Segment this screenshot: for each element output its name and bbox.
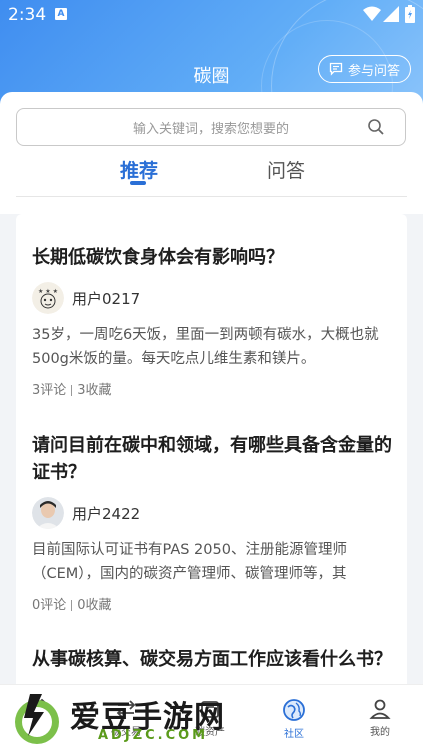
message-icon bbox=[329, 62, 343, 76]
search-icon[interactable] bbox=[367, 118, 385, 136]
tab-bar: 推荐 问答 bbox=[0, 156, 423, 190]
post-item[interactable]: 从事碳核算、碳交易方面工作应该看什么书？ bbox=[32, 646, 392, 673]
comment-count: 3评论 bbox=[32, 383, 67, 398]
favorite-count: 0收藏 bbox=[77, 598, 112, 613]
notification-a-icon: A bbox=[55, 8, 67, 20]
post-body: 目前国际认可证书有PAS 2050、注册能源管理师（CEM），国内的碳资产管理师… bbox=[32, 542, 347, 582]
post-user: 用户2422 bbox=[32, 496, 392, 530]
ask-button-label: 参与问答 bbox=[347, 63, 400, 79]
post-item[interactable]: 请问目前在碳中和领域，有哪些具备含金量的证书？ 用户2422 目前国际认可证书有… bbox=[32, 432, 392, 613]
watermark-sub: ADJZC.COM bbox=[98, 728, 209, 743]
content-panel: 输入关键词，搜索您想要的 推荐 问答 长期低碳饮食身体会有影响吗？ ★ ★ ★ bbox=[0, 92, 423, 692]
signal-icon bbox=[383, 6, 399, 22]
ask-question-button[interactable]: 参与问答 bbox=[317, 55, 411, 83]
post-meta: 0评论 0收藏 bbox=[32, 594, 392, 613]
avatar[interactable]: ★ ★ ★ bbox=[32, 282, 64, 314]
nav-mine[interactable]: 我的 bbox=[340, 697, 420, 738]
post-meta: 3评论 3收藏 bbox=[32, 379, 392, 398]
user-icon bbox=[369, 699, 391, 719]
avatar[interactable] bbox=[32, 497, 64, 529]
tab-divider bbox=[16, 196, 407, 197]
tab-indicator bbox=[130, 181, 146, 185]
nav-mine-label: 我的 bbox=[370, 727, 390, 738]
post-question[interactable]: 长期低碳饮食身体会有影响吗？ bbox=[32, 244, 392, 271]
favorite-count: 3收藏 bbox=[77, 383, 112, 398]
post-username: 用户2422 bbox=[72, 504, 141, 523]
status-time: 2:34 bbox=[8, 5, 47, 25]
search-placeholder: 输入关键词，搜索您想要的 bbox=[132, 121, 289, 137]
battery-icon bbox=[405, 5, 415, 23]
tab-qa[interactable]: 问答 bbox=[267, 156, 305, 183]
search-input[interactable]: 输入关键词，搜索您想要的 bbox=[16, 108, 406, 146]
post-item[interactable]: 长期低碳饮食身体会有影响吗？ ★ ★ ★ 用户0217 35岁，一周吃6天饭，里… bbox=[32, 244, 392, 398]
nav-community-label: 社区 bbox=[284, 729, 304, 740]
feed: 长期低碳饮食身体会有影响吗？ ★ ★ ★ 用户0217 35岁，一周吃6天饭，里… bbox=[0, 214, 423, 692]
post-card: 长期低碳饮食身体会有影响吗？ ★ ★ ★ 用户0217 35岁，一周吃6天饭，里… bbox=[16, 214, 407, 692]
page-title: 碳圈 bbox=[193, 66, 230, 87]
post-username: 用户0217 bbox=[72, 289, 141, 308]
comment-count: 0评论 bbox=[32, 598, 67, 613]
community-icon bbox=[283, 699, 305, 721]
tab-recommend[interactable]: 推荐 bbox=[120, 156, 158, 183]
watermark-logo-icon bbox=[15, 694, 59, 744]
post-question[interactable]: 从事碳核算、碳交易方面工作应该看什么书？ bbox=[32, 646, 392, 673]
wifi-icon bbox=[363, 6, 381, 21]
status-bar: 2:34 A bbox=[0, 0, 423, 30]
nav-community[interactable]: 社区 bbox=[254, 697, 334, 740]
post-user: ★ ★ ★ 用户0217 bbox=[32, 281, 392, 315]
post-question[interactable]: 请问目前在碳中和领域，有哪些具备含金量的证书？ bbox=[32, 432, 392, 486]
post-body: 35岁，一周吃6天饭，里面一到两顿有碳水，大概也就500g米饭的量。每天吃点儿维… bbox=[32, 327, 379, 367]
watermark: 爱豆手游网 ADJZC.COM bbox=[8, 688, 248, 748]
